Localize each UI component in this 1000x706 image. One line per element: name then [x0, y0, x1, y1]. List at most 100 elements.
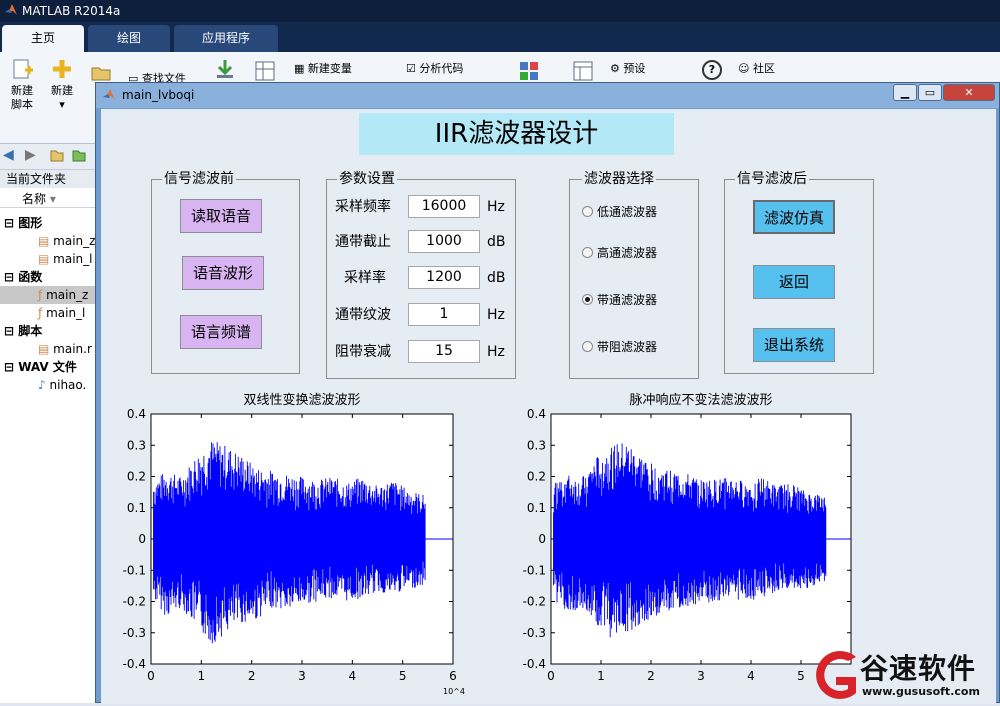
radio-circle-icon [582, 206, 593, 217]
analyze-code-button[interactable]: ☑ 分析代码 [406, 60, 463, 76]
param-unit: Hz [487, 307, 505, 323]
x-tick-label: 2 [647, 669, 655, 683]
stopband-attenuation-field[interactable]: 15 [408, 340, 480, 363]
plus-icon [51, 58, 73, 80]
tab-apps[interactable]: 应用程序 [174, 25, 278, 52]
new-script-label-2: 脚本 [11, 98, 33, 111]
up-folder-icon[interactable] [50, 148, 64, 165]
param-label: 采样率 [344, 270, 386, 286]
watermark-brand: 谷速软件 [860, 652, 977, 685]
x-tick-label: 0 [547, 669, 555, 683]
radio-lowpass[interactable]: 低通滤波器 [582, 204, 657, 220]
function-file-icon: ƒ [38, 306, 43, 320]
preferences-label: 预设 [623, 62, 646, 75]
radio-highpass[interactable]: 高通滤波器 [582, 245, 657, 261]
tab-home[interactable]: 主页 [2, 25, 84, 52]
back-arrow-icon[interactable]: ◀ [3, 147, 14, 163]
exit-system-button[interactable]: 退出系统 [753, 328, 835, 362]
column-header-name[interactable]: 名称 ▾ [0, 190, 95, 208]
y-tick-label: 0 [138, 532, 146, 546]
file-name: main_z [53, 234, 96, 248]
list-item[interactable]: ƒ main_l [0, 304, 95, 322]
param-label: 通带纹波 [335, 307, 391, 323]
new-variable-button[interactable]: ▦ 新建变量 [294, 60, 352, 76]
layout-icon [572, 60, 594, 82]
browse-folder-icon[interactable] [72, 148, 86, 165]
minimize-button[interactable]: ▁ [893, 84, 917, 101]
list-item[interactable]: ♪ nihao. [0, 376, 95, 394]
y-tick-label: 0.4 [527, 407, 546, 421]
radio-bandpass[interactable]: 带通滤波器 [582, 292, 657, 308]
grid-icon [254, 60, 276, 82]
panel-title: 信号滤波后 [735, 170, 809, 188]
file-name: main_l [53, 252, 93, 266]
file-name: main_z [46, 288, 89, 302]
filter-simulation-button[interactable]: 滤波仿真 [753, 200, 835, 234]
new-script-button[interactable]: 新建 脚本 [6, 58, 38, 112]
group-figures-label: 图形 [18, 216, 43, 230]
maximize-button[interactable]: ▭ [918, 84, 942, 101]
chart-title: 双线性变换滤波波形 [243, 392, 360, 408]
y-tick-label: -0.4 [523, 657, 546, 671]
y-tick-label: -0.3 [523, 626, 546, 640]
param-unit: dB [487, 234, 506, 250]
x-exponent-label: 10^4 [443, 687, 465, 696]
community-button[interactable]: ☺ 社区 [738, 60, 775, 76]
x-tick-label: 4 [349, 669, 357, 683]
panel-filter-select: 滤波器选择 低通滤波器 高通滤波器 带通滤波器 带阻滤波器 [569, 170, 699, 379]
chevron-down-icon: ▾ [59, 98, 65, 111]
variable-icon: ▦ [294, 62, 305, 75]
read-audio-button[interactable]: 读取语音 [180, 199, 262, 233]
list-item[interactable]: ▤ main.r [0, 340, 95, 358]
y-tick-label: 0.3 [127, 438, 146, 452]
panel-title: 参数设置 [337, 170, 397, 188]
list-item[interactable]: ƒ main_z [0, 286, 95, 304]
tab-plots[interactable]: 绘图 [88, 25, 170, 52]
audio-waveform-button[interactable]: 语音波形 [182, 256, 264, 290]
group-functions[interactable]: ⊟ 函数 [0, 268, 95, 286]
analyze-code-icon: ☑ [406, 62, 416, 75]
wav-file-icon: ♪ [38, 378, 46, 392]
x-tick-label: 5 [399, 669, 407, 683]
group-wav[interactable]: ⊟ WAV 文件 [0, 358, 95, 376]
x-tick-label: 2 [248, 669, 256, 683]
new-button[interactable]: 新建 ▾ [46, 58, 78, 112]
close-button[interactable]: ✕ [943, 84, 995, 101]
preferences-button[interactable]: ⚙ 预设 [610, 60, 645, 76]
import-data-button[interactable] [212, 58, 238, 84]
x-tick-label: 1 [198, 669, 206, 683]
figure-window: main_lvboqi ▁ ▭ ✕ IIR滤波器设计 信号滤波前 读取语音 语音… [95, 82, 1000, 704]
radio-label: 带阻滤波器 [597, 340, 658, 354]
group-functions-label: 函数 [18, 270, 43, 284]
audio-spectrum-button[interactable]: 语言频谱 [180, 315, 262, 349]
y-tick-label: -0.1 [123, 563, 146, 577]
sampling-rate-field[interactable]: 1200 [408, 266, 480, 289]
group-scripts[interactable]: ⊟ 脚本 [0, 322, 95, 340]
list-item[interactable]: ▤ main_z [0, 232, 96, 250]
minimize-icon: ▁ [900, 86, 910, 99]
script-file-icon: ▤ [38, 342, 50, 356]
group-scripts-label: 脚本 [18, 324, 43, 338]
sampling-frequency-field[interactable]: 16000 [408, 195, 480, 218]
passband-cutoff-field[interactable]: 1000 [408, 230, 480, 253]
gususoft-logo-icon [816, 651, 856, 699]
radio-selected-icon [582, 294, 593, 305]
panel-signal-after: 信号滤波后 滤波仿真 返回 退出系统 [724, 170, 874, 374]
back-button[interactable]: 返回 [753, 265, 835, 299]
fig-file-icon: ▤ [38, 252, 50, 266]
new-label: 新建 [51, 84, 73, 97]
list-item[interactable]: ▤ main_l [0, 250, 95, 268]
radio-bandstop[interactable]: 带阻滤波器 [582, 339, 657, 355]
passband-ripple-field[interactable]: 1 [408, 303, 480, 326]
panel-signal-before: 信号滤波前 读取语音 语音波形 语言频谱 [151, 170, 300, 374]
forward-arrow-icon[interactable]: ▶ [25, 147, 36, 163]
new-script-icon [11, 58, 33, 80]
help-button[interactable]: ? [700, 60, 724, 80]
radio-circle-icon [582, 247, 593, 258]
close-icon: ✕ [964, 86, 974, 99]
current-folder-header: 当前文件夹 [0, 170, 95, 188]
group-figures[interactable]: ⊟ 图形 [0, 214, 95, 232]
app-title: MATLAB R2014a [22, 4, 121, 18]
x-tick-label: 3 [697, 669, 705, 683]
x-tick-label: 6 [449, 669, 457, 683]
